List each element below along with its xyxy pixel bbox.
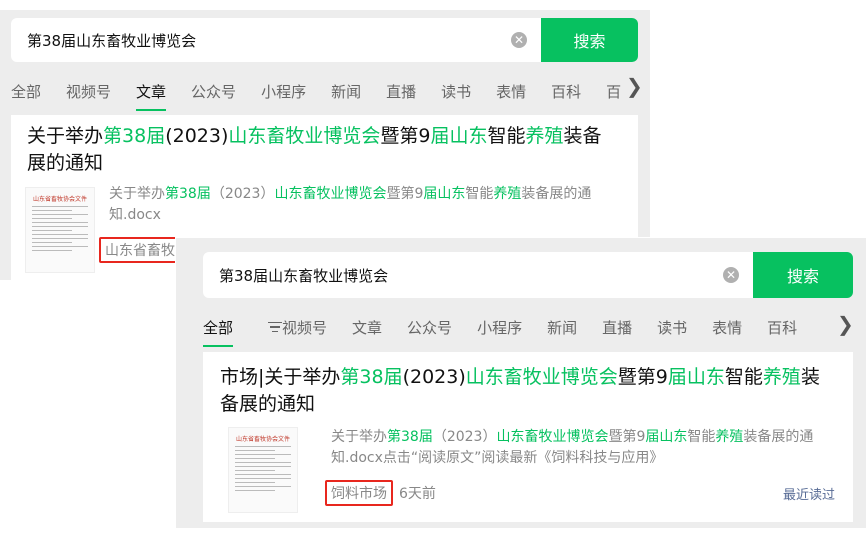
tab-10[interactable]: 百 xyxy=(606,81,621,102)
search-query: 第38届山东畜牧业博览会 xyxy=(27,31,197,50)
text-segment: 暨第9 xyxy=(386,186,424,202)
keyword-highlight: 届山东 xyxy=(423,186,466,202)
thumbnail-header: 山东省畜牧协会文件 xyxy=(32,196,87,203)
tab-1[interactable]: 视频号 xyxy=(282,317,327,338)
text-segment: (2023) xyxy=(402,366,466,388)
text-segment: 市场|关于举办 xyxy=(220,366,341,388)
keyword-highlight: 养殖 xyxy=(715,429,744,445)
result-title[interactable]: 市场|关于举办第38届(2023)山东畜牧业博览会暨第9届山东智能养殖装备展的通… xyxy=(220,364,835,418)
keyword-highlight: 届山东 xyxy=(430,125,488,147)
result-snippet: 关于举办第38届（2023）山东畜牧业博览会暨第9届山东智能养殖装备展的通知.d… xyxy=(331,427,846,469)
search-button[interactable]: 搜索 xyxy=(753,252,853,298)
text-segment: 智能 xyxy=(687,429,716,445)
keyword-highlight: 养殖 xyxy=(762,366,801,388)
text-segment: (2023) xyxy=(165,125,229,147)
keyword-highlight: 第38届 xyxy=(387,429,433,445)
keyword-highlight: 养殖 xyxy=(493,186,522,202)
text-segment: （2023） xyxy=(432,429,497,445)
search-input[interactable]: 第38届山东畜牧业博览会 ✕ xyxy=(203,252,753,298)
clear-icon[interactable]: ✕ xyxy=(723,267,739,283)
result-meta: 饲料市场 6天前 最近读过 xyxy=(325,480,835,506)
keyword-highlight: 山东畜牧业博览会 xyxy=(496,429,609,445)
keyword-highlight: 第38届 xyxy=(165,186,211,202)
tab-4[interactable]: 小程序 xyxy=(261,81,306,102)
tab-9[interactable]: 百科 xyxy=(767,317,797,338)
tab-0[interactable]: 全部 xyxy=(203,317,234,347)
search-button[interactable]: 搜索 xyxy=(541,18,638,62)
source-name[interactable]: 山东省畜牧 xyxy=(99,237,181,263)
keyword-highlight: 养殖 xyxy=(525,125,564,147)
text-segment: 关于举办 xyxy=(27,125,104,147)
search-bar: 第38届山东畜牧业博览会 ✕ 搜索 xyxy=(203,252,853,298)
text-segment: 暨第9 xyxy=(608,429,646,445)
source-name[interactable]: 饲料市场 xyxy=(325,480,393,506)
tab-3[interactable]: 公众号 xyxy=(191,81,236,102)
text-segment: 关于举办 xyxy=(109,186,165,202)
text-segment: （2023） xyxy=(210,186,275,202)
search-query: 第38届山东畜牧业博览会 xyxy=(219,266,389,285)
tab-2[interactable]: 文章 xyxy=(352,317,382,338)
tab-8[interactable]: 表情 xyxy=(496,81,526,102)
chevron-right-icon[interactable]: ❯ xyxy=(626,74,643,98)
tab-1[interactable]: 视频号 xyxy=(66,81,111,102)
tab-5[interactable]: 新闻 xyxy=(331,81,361,102)
search-bar: 第38届山东畜牧业博览会 ✕ 搜索 xyxy=(11,18,638,62)
text-segment: 暨第9 xyxy=(380,125,431,147)
result-meta: 山东省畜牧 xyxy=(99,237,181,263)
result-card[interactable]: 市场|关于举办第38届(2023)山东畜牧业博览会暨第9届山东智能养殖装备展的通… xyxy=(203,352,853,522)
tab-7[interactable]: 读书 xyxy=(657,317,687,338)
chevron-right-icon[interactable]: ❯ xyxy=(837,312,854,336)
keyword-highlight: 山东畜牧业博览会 xyxy=(228,125,381,147)
text-segment: 智能 xyxy=(724,366,763,388)
tab-3[interactable]: 公众号 xyxy=(407,317,452,338)
filter-icon[interactable] xyxy=(268,319,283,336)
search-input[interactable]: 第38届山东畜牧业博览会 ✕ xyxy=(11,18,541,62)
keyword-highlight: 届山东 xyxy=(645,429,688,445)
recently-read-label: 最近读过 xyxy=(782,487,835,503)
keyword-highlight: 山东畜牧业博览会 xyxy=(465,366,618,388)
tab-6[interactable]: 直播 xyxy=(386,81,416,102)
keyword-highlight: 第38届 xyxy=(340,366,403,388)
tab-5[interactable]: 新闻 xyxy=(547,317,577,338)
keyword-highlight: 届山东 xyxy=(667,366,725,388)
tab-7[interactable]: 读书 xyxy=(441,81,471,102)
tab-9[interactable]: 百科 xyxy=(551,81,581,102)
thumbnail-header: 山东省畜牧协会文件 xyxy=(235,436,290,443)
tab-8[interactable]: 表情 xyxy=(712,317,742,338)
tab-0[interactable]: 全部 xyxy=(11,81,41,102)
tab-bar: 全部 视频号 文章 公众号 小程序 新闻 直播 读书 表情 百科 xyxy=(203,312,822,347)
document-thumbnail: 山东省畜牧协会文件 xyxy=(228,427,298,513)
tab-4[interactable]: 小程序 xyxy=(477,317,522,338)
tab-6[interactable]: 直播 xyxy=(602,317,632,338)
text-segment: 智能 xyxy=(487,125,526,147)
keyword-highlight: 第38届 xyxy=(103,125,166,147)
tab-2[interactable]: 文章 xyxy=(136,81,167,111)
document-thumbnail: 山东省畜牧协会文件 xyxy=(25,187,95,273)
tab-bar: 全部 视频号 文章 公众号 小程序 新闻 直播 读书 表情 百科 百 xyxy=(11,76,646,111)
result-title[interactable]: 关于举办第38届(2023)山东畜牧业博览会暨第9届山东智能养殖装备展的通知 xyxy=(27,123,617,177)
clear-icon[interactable]: ✕ xyxy=(511,32,527,48)
text-segment: 关于举办 xyxy=(331,429,387,445)
result-snippet: 关于举办第38届（2023）山东畜牧业博览会暨第9届山东智能养殖装备展的通知.d… xyxy=(109,184,619,226)
text-segment: 暨第9 xyxy=(617,366,668,388)
publish-time: 6天前 xyxy=(399,486,436,502)
keyword-highlight: 山东畜牧业博览会 xyxy=(274,186,387,202)
search-results-panel-bottom: 第38届山东畜牧业博览会 ✕ 搜索 全部 视频号 文章 公众号 小程序 新闻 直播 读书 表情百… xyxy=(176,238,866,528)
text-segment: 智能 xyxy=(465,186,494,202)
